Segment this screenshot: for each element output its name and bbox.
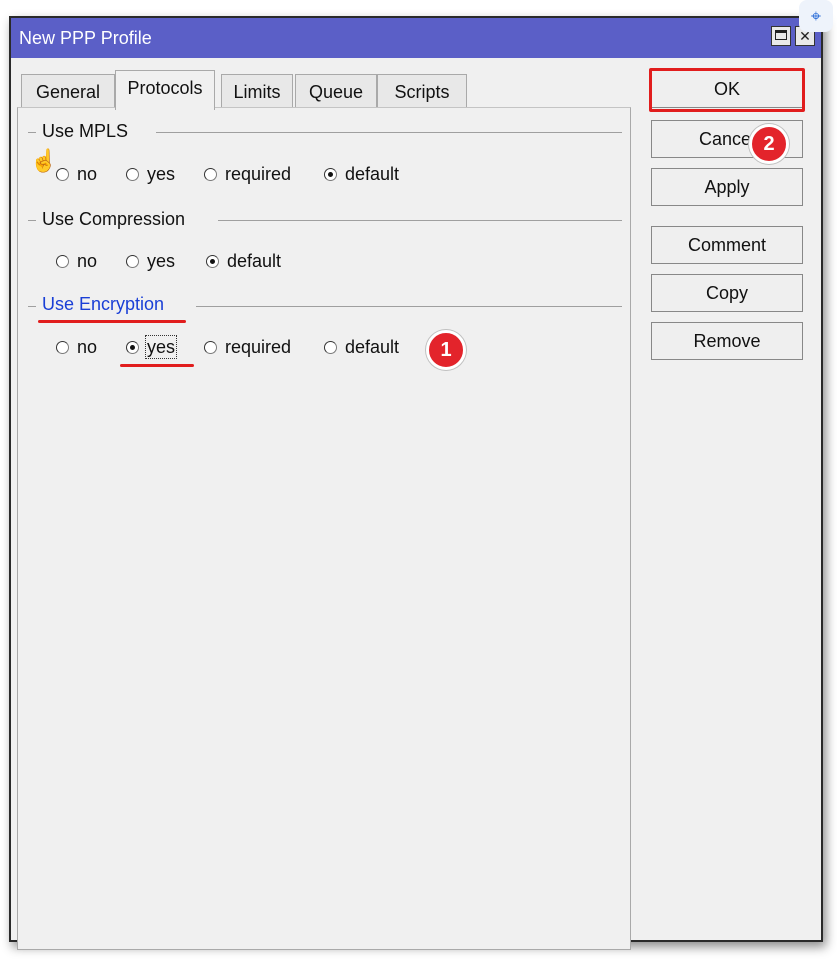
group-title-use-compression: Use Compression (38, 209, 190, 230)
group-divider (28, 306, 36, 307)
group-divider (218, 220, 622, 221)
tab-general[interactable]: General (21, 74, 115, 108)
tab-queue[interactable]: Queue (295, 74, 377, 108)
apply-button[interactable]: Apply (651, 168, 803, 206)
radio-circle (324, 341, 337, 354)
annotation-underline-encryption (38, 320, 186, 323)
group-divider (156, 132, 622, 133)
group-title-use-mpls: Use MPLS (38, 121, 133, 142)
radio-circle (204, 168, 217, 181)
maximize-button[interactable] (771, 26, 791, 46)
annotation-ok-highlight (649, 68, 805, 112)
radio-mpls-no[interactable]: no (56, 163, 97, 185)
group-divider (196, 306, 622, 307)
group-title-use-encryption: Use Encryption (38, 294, 169, 315)
radio-circle-checked (324, 168, 337, 181)
radio-circle-checked (206, 255, 219, 268)
scan-icon[interactable]: ⌖ (799, 0, 833, 32)
radio-circle (126, 255, 139, 268)
radio-mpls-required[interactable]: required (204, 163, 291, 185)
radio-encryption-default[interactable]: default (324, 336, 399, 358)
hand-cursor-icon: ☝ (30, 148, 58, 173)
annotation-badge-step-1: 1 (426, 330, 466, 370)
title-bar: New PPP Profile (11, 18, 821, 58)
copy-button[interactable]: Copy (651, 274, 803, 312)
new-ppp-profile-window: New PPP Profile ✕ General Protocols Limi… (9, 16, 823, 950)
tab-protocols[interactable]: Protocols (115, 70, 215, 110)
remove-button[interactable]: Remove (651, 322, 803, 360)
radio-mpls-yes[interactable]: yes (126, 163, 175, 185)
radio-compression-default[interactable]: default (206, 250, 281, 272)
radio-mpls-default[interactable]: default (324, 163, 399, 185)
radio-circle (56, 168, 69, 181)
annotation-underline-yes (120, 364, 194, 367)
group-divider (28, 132, 36, 133)
radio-encryption-required[interactable]: required (204, 336, 291, 358)
radio-compression-yes[interactable]: yes (126, 250, 175, 272)
protocols-panel: Use MPLS no yes required default Use Com… (17, 107, 631, 950)
radio-encryption-yes[interactable]: yes (126, 335, 178, 359)
radio-circle (56, 341, 69, 354)
tab-limits[interactable]: Limits (221, 74, 293, 108)
radio-compression-no[interactable]: no (56, 250, 97, 272)
window-title: New PPP Profile (19, 28, 152, 48)
radio-circle (204, 341, 217, 354)
group-divider (28, 220, 36, 221)
annotation-badge-step-2: 2 (749, 124, 789, 164)
radio-circle (126, 168, 139, 181)
comment-button[interactable]: Comment (651, 226, 803, 264)
radio-circle (56, 255, 69, 268)
radio-circle-checked (126, 341, 139, 354)
tab-scripts[interactable]: Scripts (377, 74, 467, 108)
radio-encryption-no[interactable]: no (56, 336, 97, 358)
